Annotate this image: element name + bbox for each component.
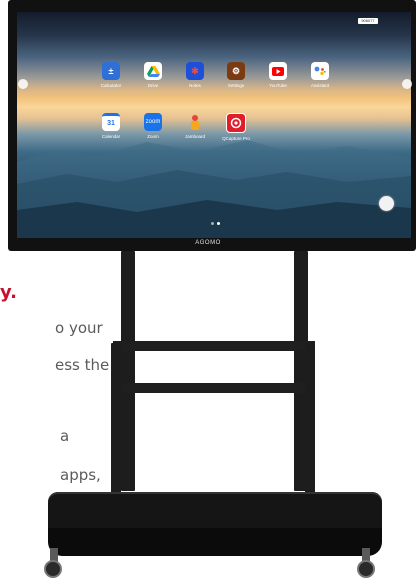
app-youtube[interactable]: YouTube (258, 62, 298, 88)
body-text-line-1: o your (55, 319, 103, 337)
body-text-line-4: apps, (60, 466, 101, 484)
wheel-right (357, 560, 375, 578)
stand-base-front (48, 528, 382, 556)
app-qcapture[interactable]: QCapture Pro (216, 113, 256, 141)
app-label: YouTube (269, 83, 287, 88)
app-assistant[interactable]: Assistant (300, 62, 340, 88)
app-jamboard[interactable]: Jamboard (175, 113, 215, 139)
floating-menu-button[interactable] (379, 196, 394, 211)
calculator-icon: ± (102, 62, 120, 80)
page-indicator-dot-2[interactable] (217, 222, 220, 225)
zoom-icon: zoom (144, 113, 162, 131)
body-text-line-2: ess the (55, 356, 110, 374)
app-calculator[interactable]: ± Calculator (91, 62, 131, 88)
prev-page-arrow[interactable] (18, 79, 28, 89)
left-pole (121, 251, 135, 491)
app-notes[interactable]: ✱ Notes (175, 62, 215, 88)
app-label: Assistant (310, 83, 330, 88)
settings-icon: ⚙ (227, 62, 245, 80)
app-calendar[interactable]: 31 Calendar (91, 113, 131, 139)
brand-logo: AGOMO (195, 240, 221, 246)
app-label: Notes (189, 83, 201, 88)
youtube-icon (269, 62, 287, 80)
left-support (111, 343, 121, 493)
next-page-arrow[interactable] (402, 79, 412, 89)
status-chip: 906077 (358, 18, 378, 24)
wheel-left (44, 560, 62, 578)
camera-icon (226, 113, 246, 133)
app-label: Zoom (147, 134, 159, 139)
notes-icon: ✱ (186, 62, 204, 80)
mountain-silhouette (17, 140, 411, 238)
accent-text: y. (0, 282, 17, 303)
assistant-icon (311, 62, 329, 80)
app-drive[interactable]: Drive (133, 62, 173, 88)
calendar-icon: 31 (102, 113, 120, 131)
app-label: Calendar (101, 134, 121, 139)
right-support (305, 343, 315, 493)
app-settings[interactable]: ⚙ Settings (216, 62, 256, 88)
upper-crossbar (113, 341, 315, 351)
jamboard-icon (186, 113, 204, 131)
app-label: Jamboard (184, 134, 205, 139)
app-label: Settings (227, 83, 245, 88)
app-zoom[interactable]: zoom Zoom (133, 113, 173, 139)
app-label: QCapture Pro (222, 136, 250, 141)
app-label: Calculator (100, 83, 122, 88)
body-text-line-3: a (60, 427, 70, 445)
app-label: Drive (147, 83, 159, 88)
page-indicator-dot-1[interactable] (211, 222, 214, 225)
drive-icon (144, 62, 162, 80)
lower-crossbar (113, 383, 315, 393)
